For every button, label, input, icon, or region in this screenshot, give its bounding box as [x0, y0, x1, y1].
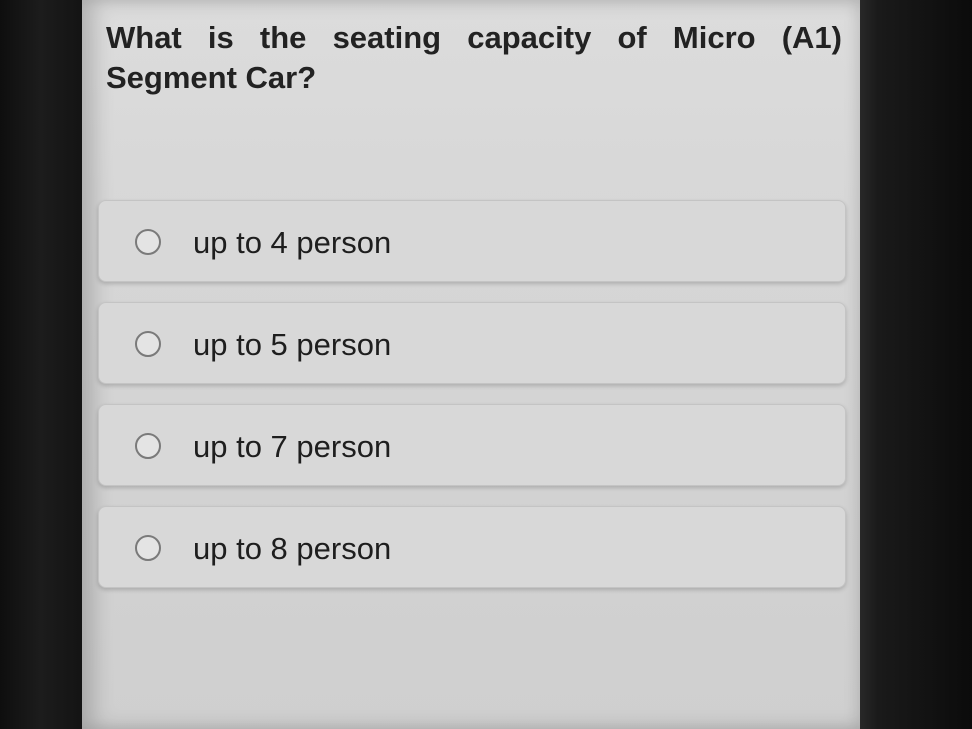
answer-option-1[interactable]: up to 4 person	[98, 200, 846, 282]
answer-option-3[interactable]: up to 7 person	[98, 404, 846, 486]
radio-button-icon[interactable]	[135, 331, 161, 357]
question-text: What is the seating capacity of Micro (A…	[106, 20, 842, 95]
answer-option-label: up to 5 person	[193, 327, 392, 362]
answer-option-4[interactable]: up to 8 person	[98, 506, 846, 588]
radio-button-icon[interactable]	[135, 433, 161, 459]
quiz-screen: What is the seating capacity of Micro (A…	[82, 0, 860, 729]
device-bezel	[858, 0, 972, 729]
answer-option-label: up to 7 person	[193, 429, 392, 464]
answer-options: up to 4 person up to 5 person up to 7 pe…	[98, 200, 846, 608]
answer-option-label: up to 8 person	[193, 531, 392, 566]
radio-button-icon[interactable]	[135, 535, 161, 561]
answer-option-label: up to 4 person	[193, 225, 392, 260]
radio-button-icon[interactable]	[135, 229, 161, 255]
answer-option-2[interactable]: up to 5 person	[98, 302, 846, 384]
